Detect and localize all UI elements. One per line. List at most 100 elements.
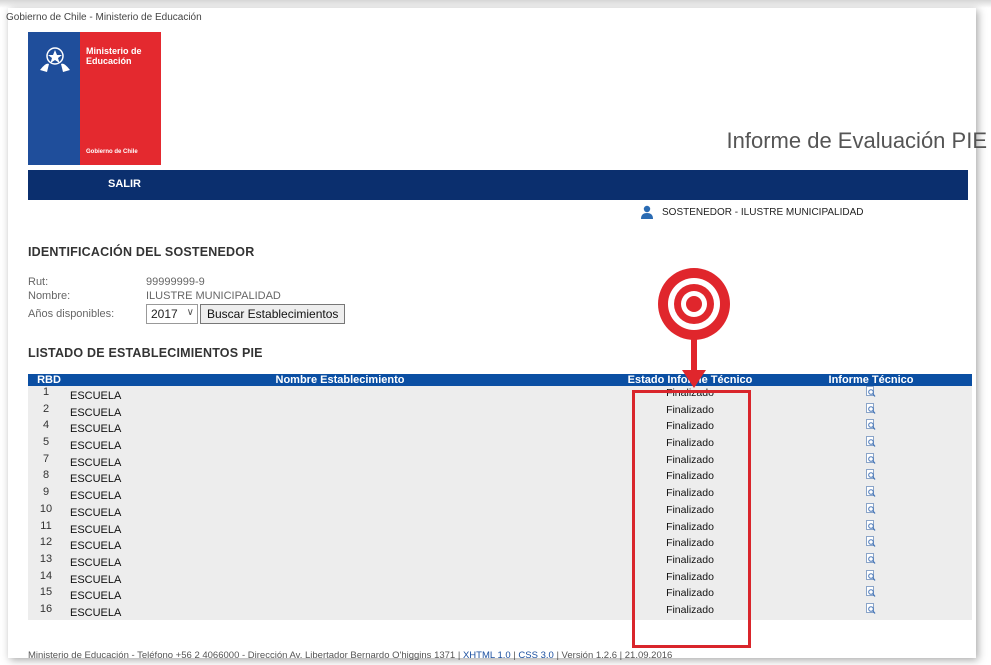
table-row: 14 ESCUELA Finalizado: [28, 569, 972, 587]
magnifier-document-icon[interactable]: [866, 552, 876, 565]
footer-version: | Versión 1.2.6 | 21.09.2016: [556, 650, 673, 661]
rbd-cell: 9: [28, 486, 70, 503]
magnifier-document-icon[interactable]: [866, 519, 876, 532]
rbd-cell: 7: [28, 452, 70, 470]
logo-subtitle: Gobierno de Chile: [86, 149, 138, 155]
xhtml-link[interactable]: XHTML 1.0: [463, 650, 511, 661]
magnifier-document-icon[interactable]: [866, 452, 876, 465]
rut-label: Rut:: [28, 276, 49, 288]
magnifier-document-icon[interactable]: [866, 419, 876, 431]
table-row: 5 ESCUELA Finalizado: [28, 436, 972, 453]
rut-row: Rut: 99999999-9: [28, 276, 205, 288]
table-row: 13 ESCUELA Finalizado: [28, 552, 972, 570]
year-select[interactable]: 2017 ∨: [146, 304, 198, 324]
magnifier-document-icon[interactable]: [866, 536, 876, 548]
magnifier-document-icon[interactable]: [866, 569, 876, 582]
table-row: 8 ESCUELA Finalizado: [28, 469, 972, 487]
chevron-down-icon: ∨: [186, 307, 194, 318]
informe-cell: [770, 536, 972, 553]
nombre-cell: ESCUELA: [70, 502, 610, 520]
table-row: 4 ESCUELA Finalizado: [28, 419, 972, 437]
nombre-cell: ESCUELA: [70, 452, 610, 470]
magnifier-document-icon[interactable]: [866, 402, 876, 415]
rbd-cell: 15: [28, 586, 70, 603]
nombre-cell: ESCUELA: [70, 602, 610, 620]
table-row: 1 ESCUELA Finalizado: [28, 386, 972, 403]
informe-cell: [770, 602, 972, 620]
ident-title: IDENTIFICACIÓN DEL SOSTENEDOR: [28, 245, 255, 259]
nombre-value: ILUSTRE MUNICIPALIDAD: [146, 290, 281, 302]
magnifier-document-icon[interactable]: [866, 486, 876, 498]
rbd-cell: 12: [28, 536, 70, 553]
table-row: 16 ESCUELA Finalizado: [28, 602, 972, 620]
rbd-cell: 11: [28, 519, 70, 537]
rbd-cell: 2: [28, 402, 70, 420]
years-label: Años disponibles:: [28, 308, 115, 320]
salir-link[interactable]: SALIR: [108, 178, 141, 190]
rbd-cell: 14: [28, 569, 70, 587]
table-header: RBD Nombre Establecimiento Estado Inform…: [28, 374, 972, 386]
rbd-cell: 8: [28, 469, 70, 487]
magnifier-document-icon[interactable]: [866, 502, 876, 515]
informe-cell: [770, 419, 972, 437]
nombre-cell: ESCUELA: [70, 436, 610, 453]
rut-value: 99999999-9: [146, 276, 205, 288]
app-title: Informe de Evaluación PIE: [726, 128, 987, 153]
nombre-cell: ESCUELA: [70, 552, 610, 570]
table-row: 12 ESCUELA Finalizado: [28, 536, 972, 553]
footer-text: Ministerio de Educación - Teléfono +56 2…: [28, 650, 461, 661]
magnifier-document-icon[interactable]: [866, 586, 876, 598]
col-nombre: Nombre Establecimiento: [70, 374, 610, 386]
nombre-cell: ESCUELA: [70, 536, 610, 553]
chile-crest-icon: [40, 47, 70, 72]
table-row: 7 ESCUELA Finalizado: [28, 452, 972, 470]
logo-title: Ministerio de Educación: [86, 46, 142, 66]
rbd-cell: 10: [28, 502, 70, 520]
nombre-cell: ESCUELA: [70, 486, 610, 503]
magnifier-document-icon[interactable]: [866, 386, 876, 398]
table-row: 11 ESCUELA Finalizado: [28, 519, 972, 537]
user-label: SOSTENEDOR - ILUSTRE MUNICIPALIDAD: [662, 206, 864, 218]
nombre-cell: ESCUELA: [70, 419, 610, 437]
footer-sep: |: [513, 650, 516, 661]
rbd-cell: 1: [28, 386, 70, 403]
rbd-cell: 16: [28, 602, 70, 620]
establecimientos-table: RBD Nombre Establecimiento Estado Inform…: [28, 374, 972, 620]
magnifier-document-icon[interactable]: [866, 469, 876, 481]
table-row: 15 ESCUELA Finalizado: [28, 586, 972, 603]
nombre-cell: ESCUELA: [70, 569, 610, 587]
window-top-border: [0, 0, 991, 8]
informe-cell: [770, 469, 972, 487]
list-title: LISTADO DE ESTABLECIMIENTOS PIE: [28, 346, 263, 360]
target-pointer-icon: [658, 268, 730, 388]
table-row: 2 ESCUELA Finalizado: [28, 402, 972, 420]
informe-cell: [770, 402, 972, 420]
table-row: 10 ESCUELA Finalizado: [28, 502, 972, 520]
informe-cell: [770, 586, 972, 603]
nombre-label: Nombre:: [28, 290, 71, 302]
ministerio-logo: Ministerio de Educación Gobierno de Chile: [28, 32, 161, 165]
col-informe: Informe Técnico: [770, 374, 972, 386]
nombre-cell: ESCUELA: [70, 386, 610, 403]
nombre-cell: ESCUELA: [70, 519, 610, 537]
year-selected: 2017: [151, 307, 178, 321]
magnifier-document-icon[interactable]: [866, 436, 876, 448]
table-row: 9 ESCUELA Finalizado: [28, 486, 972, 503]
nombre-row: Nombre: ILUSTRE MUNICIPALIDAD: [28, 290, 281, 302]
highlight-box: [632, 390, 751, 648]
rbd-cell: 4: [28, 419, 70, 437]
nombre-cell: ESCUELA: [70, 586, 610, 603]
col-rbd: RBD: [28, 374, 70, 386]
nombre-cell: ESCUELA: [70, 469, 610, 487]
informe-cell: [770, 436, 972, 453]
informe-cell: [770, 569, 972, 587]
footer: Ministerio de Educación - Teléfono +56 2…: [28, 650, 672, 661]
buscar-establecimientos-button[interactable]: Buscar Establecimientos: [200, 304, 346, 324]
magnifier-document-icon[interactable]: [866, 602, 876, 615]
informe-cell: [770, 452, 972, 470]
nav-bar: SALIR: [28, 170, 968, 200]
informe-cell: [770, 486, 972, 503]
informe-cell: [770, 519, 972, 537]
css-link[interactable]: CSS 3.0: [518, 650, 553, 661]
nombre-cell: ESCUELA: [70, 402, 610, 420]
